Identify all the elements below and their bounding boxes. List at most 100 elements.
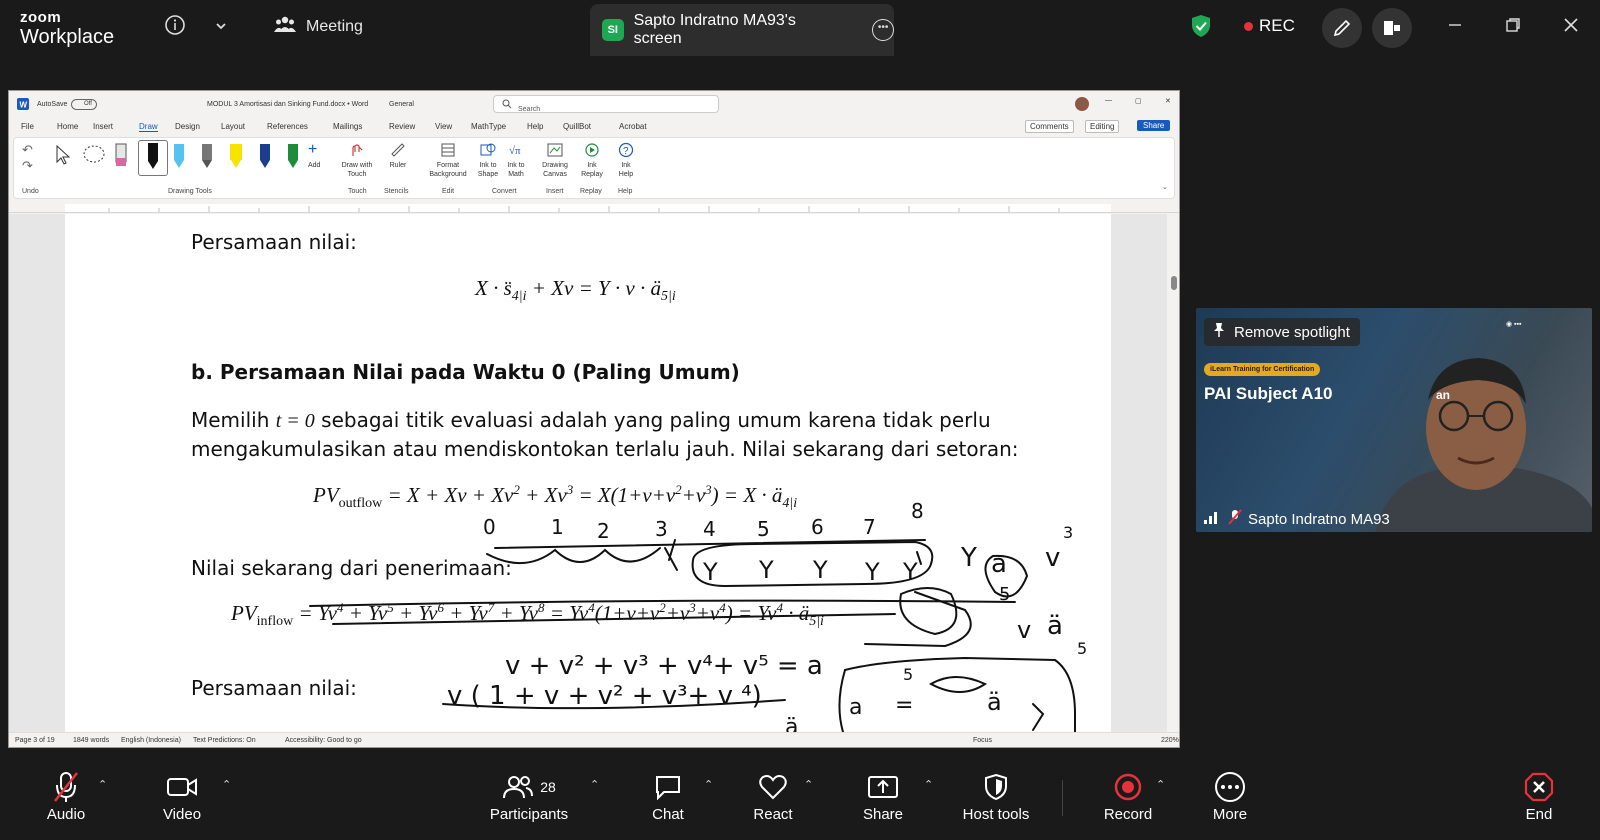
comments-button[interactable]: Comments (1025, 120, 1074, 133)
recording-indicator[interactable]: REC (1244, 16, 1295, 36)
word-share-button[interactable]: Share (1137, 120, 1171, 131)
yellow-highlighter-icon[interactable] (228, 142, 244, 174)
pencil-icon[interactable] (200, 142, 214, 174)
select-pointer-icon[interactable] (54, 144, 72, 170)
meeting-tab[interactable]: Meeting (274, 14, 363, 39)
accessibility-status[interactable]: Accessibility: Good to go (285, 737, 362, 744)
word-minimize-icon[interactable]: — (1105, 97, 1112, 104)
search-box[interactable]: Search (493, 95, 719, 113)
ink-to-shape-button[interactable]: Ink to Shape (476, 142, 500, 179)
record-options-caret-icon[interactable]: ⌃ (1156, 778, 1165, 791)
end-meeting-icon (1518, 770, 1560, 804)
word-menu-layout[interactable]: Layout (221, 122, 245, 131)
collapse-ribbon-icon[interactable]: ⌄ (1162, 184, 1168, 193)
add-pen-icon[interactable]: + (308, 140, 317, 160)
word-menu-home[interactable]: Home (57, 122, 78, 131)
scroll-thumb[interactable] (1171, 276, 1177, 290)
navy-pen-icon[interactable] (258, 142, 272, 174)
text-predictions-status[interactable]: Text Predictions: On (193, 737, 256, 744)
view-layout-button[interactable] (1372, 8, 1412, 48)
svg-text:ä: ä (987, 688, 1002, 716)
host-tools-button[interactable]: Host tools (956, 770, 1036, 823)
svg-text:ä: ä (1047, 611, 1063, 641)
svg-text:v + v² + v³ + v⁴+ v⁵ = a: v + v² + v³ + v⁴+ v⁵ = a (505, 651, 823, 681)
lasso-select-icon[interactable] (82, 144, 106, 170)
ink-help-button[interactable]: ? Ink Help (614, 142, 638, 179)
word-restore-icon[interactable]: ▢ (1135, 97, 1142, 105)
autosave-toggle[interactable]: Off (71, 99, 97, 110)
word-count[interactable]: 1849 words (73, 737, 109, 744)
more-button[interactable]: More (1206, 770, 1254, 823)
undo-icon[interactable]: ↶ ↷ (22, 142, 33, 175)
black-pen-icon[interactable] (138, 140, 168, 176)
document-page[interactable]: Persamaan nilai: X · s̈4|i + Xv = Y · v … (65, 214, 1111, 732)
word-menu-quillbot[interactable]: QuillBot (563, 122, 591, 131)
svg-text:=: = (895, 693, 913, 718)
word-menu-draw[interactable]: Draw (139, 122, 158, 132)
green-pen-icon[interactable] (286, 142, 300, 174)
chat-options-caret-icon[interactable]: ⌃ (704, 778, 713, 791)
format-background-button[interactable]: Format Background (426, 142, 470, 179)
svg-text:v ( 1 + v + v² + v³+ v ⁴): v ( 1 + v + v² + v³+ v ⁴) (447, 681, 762, 711)
pin-icon (1212, 322, 1226, 342)
audio-options-caret-icon[interactable]: ⌃ (98, 778, 107, 791)
vertical-scrollbar[interactable] (1167, 214, 1179, 732)
participants-button[interactable]: 28 Participants (486, 770, 572, 823)
chevron-down-icon[interactable] (208, 14, 234, 40)
participants-options-caret-icon[interactable]: ⌃ (590, 778, 599, 791)
word-menu-references[interactable]: References (267, 122, 308, 131)
ruler-button[interactable]: Ruler (386, 142, 410, 171)
eraser-icon[interactable] (114, 142, 128, 174)
word-close-icon[interactable]: ✕ (1165, 97, 1171, 105)
chat-button[interactable]: Chat (644, 770, 692, 823)
word-menu-file[interactable]: File (21, 122, 34, 131)
ink-to-math-button[interactable]: √π Ink to Math (504, 142, 528, 179)
shared-word-window: W AutoSave Off MODUL 3 Amortisasi dan Si… (8, 90, 1180, 748)
share-options-caret-icon[interactable]: ⌃ (924, 778, 933, 791)
edit-group-label: Edit (442, 188, 455, 195)
video-options-caret-icon[interactable]: ⌃ (222, 778, 231, 791)
word-menu-insert[interactable]: Insert (93, 122, 113, 131)
close-icon[interactable] (1558, 14, 1584, 40)
more-options-icon[interactable]: ••• (872, 19, 894, 41)
end-meeting-button[interactable]: End (1518, 770, 1560, 823)
annotate-button[interactable] (1322, 8, 1362, 48)
audio-button[interactable]: Audio (40, 770, 92, 823)
video-button[interactable]: Video (156, 770, 208, 823)
word-menu-acrobat[interactable]: Acrobat (619, 122, 647, 131)
word-menu-design[interactable]: Design (175, 122, 200, 131)
word-menu-view[interactable]: View (435, 122, 452, 131)
language-status[interactable]: English (Indonesia) (121, 737, 181, 744)
sensitivity-label[interactable]: General (389, 101, 414, 108)
replay-group-label: Replay (580, 188, 602, 195)
drawing-canvas-button[interactable]: Drawing Canvas (540, 142, 570, 179)
share-button[interactable]: Share (858, 770, 908, 823)
word-menu-mathtype[interactable]: MathType (471, 122, 506, 131)
word-menu-review[interactable]: Review (389, 122, 415, 131)
react-button[interactable]: React (748, 770, 798, 823)
help-group-label: Help (618, 188, 633, 195)
spotlight-video-tile[interactable]: Remove spotlight ◉ ▪▪▪ iLearn Training f… (1196, 308, 1592, 532)
shared-screen-tab[interactable]: SI Sapto Indratno MA93's screen ••• (590, 4, 894, 56)
word-menu-mailings[interactable]: Mailings (333, 122, 362, 131)
lightblue-pen-icon[interactable] (172, 142, 186, 174)
page-count[interactable]: Page 3 of 19 (15, 737, 55, 744)
user-avatar[interactable] (1075, 97, 1089, 111)
word-menu-help[interactable]: Help (527, 122, 543, 131)
minimize-icon[interactable] (1442, 14, 1468, 40)
draw-with-touch-button[interactable]: Draw with Touch (340, 142, 374, 179)
zoom-level[interactable]: 220% (1161, 737, 1179, 744)
record-button[interactable]: Record (1100, 770, 1156, 823)
react-options-caret-icon[interactable]: ⌃ (804, 778, 813, 791)
focus-button[interactable]: Focus (973, 737, 992, 744)
format-background-icon (441, 143, 455, 157)
restore-icon[interactable] (1500, 14, 1526, 40)
info-icon[interactable] (162, 14, 188, 40)
more-dots-icon (1206, 770, 1254, 804)
security-shield-icon[interactable] (1188, 14, 1214, 40)
ink-replay-button[interactable]: Ink Replay (580, 142, 604, 179)
institute-logo-icon: ◉ ▪▪▪ (1506, 321, 1522, 328)
editing-button[interactable]: Editing (1085, 120, 1120, 133)
svg-text:Y: Y (960, 543, 977, 573)
remove-spotlight-button[interactable]: Remove spotlight (1204, 318, 1360, 346)
